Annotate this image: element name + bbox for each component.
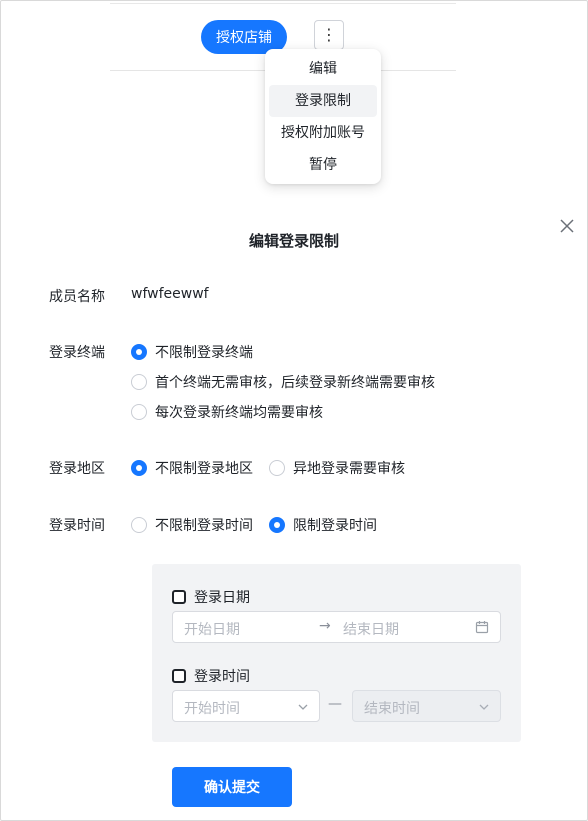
chevron-down-icon: [298, 704, 308, 710]
top-divider: [110, 0, 456, 4]
radio-checked-icon: [131, 344, 147, 360]
login-date-checkbox-label: 登录日期: [194, 590, 250, 606]
login-time-label: 登录时间: [49, 518, 105, 534]
time-start-select[interactable]: 开始时间: [172, 690, 320, 722]
terminal-option-label: 每次登录新终端均需要审核: [155, 405, 323, 421]
date-start-input[interactable]: 开始日期: [184, 619, 240, 639]
radio-unchecked-icon: [269, 460, 285, 476]
radio-unchecked-icon: [131, 404, 147, 420]
time-range-separator: —: [328, 696, 342, 712]
login-terminal-label: 登录终端: [49, 345, 105, 361]
actions-dropdown-menu: 编辑 登录限制 授权附加账号 暂停: [265, 49, 381, 184]
login-time-checkbox[interactable]: 登录时间: [172, 666, 250, 686]
terminal-option-label: 不限制登录终端: [155, 345, 253, 361]
menu-item-pause[interactable]: 暂停: [269, 149, 377, 181]
date-end-input[interactable]: 结束日期: [343, 619, 399, 639]
menu-item-login-restriction[interactable]: 登录限制: [269, 85, 377, 117]
terminal-option-first-free[interactable]: 首个终端无需审核，后续登录新终端需要审核: [131, 372, 435, 392]
modal-title: 编辑登录限制: [248, 232, 339, 250]
region-option-label: 异地登录需要审核: [293, 461, 405, 477]
time-end-placeholder: 结束时间: [364, 701, 420, 717]
arrow-right-icon: →: [319, 618, 331, 634]
radio-checked-icon: [269, 517, 285, 533]
checkbox-icon: [172, 669, 186, 683]
region-option-label: 不限制登录地区: [155, 461, 253, 477]
time-start-placeholder: 开始时间: [184, 701, 240, 717]
region-option-remote-review[interactable]: 异地登录需要审核: [269, 458, 405, 478]
time-option-restricted[interactable]: 限制登录时间: [269, 515, 377, 535]
date-range-picker[interactable]: 开始日期 → 结束日期: [172, 611, 501, 643]
menu-item-edit[interactable]: 编辑: [269, 53, 377, 85]
terminal-option-label: 首个终端无需审核，后续登录新终端需要审核: [155, 375, 435, 391]
confirm-submit-button[interactable]: 确认提交: [172, 767, 292, 807]
login-date-checkbox[interactable]: 登录日期: [172, 587, 250, 607]
login-region-label: 登录地区: [49, 461, 105, 477]
checkbox-icon: [172, 590, 186, 604]
time-option-unrestricted[interactable]: 不限制登录时间: [131, 515, 253, 535]
time-end-select[interactable]: 结束时间: [352, 690, 501, 722]
more-vertical-icon: ⋮: [321, 25, 337, 44]
member-name-label: 成员名称: [49, 289, 105, 305]
chevron-down-icon: [479, 704, 489, 710]
terminal-option-unrestricted[interactable]: 不限制登录终端: [131, 342, 253, 362]
calendar-icon: [475, 621, 489, 634]
terminal-option-always-review[interactable]: 每次登录新终端均需要审核: [131, 402, 323, 422]
more-options-button[interactable]: ⋮: [314, 20, 344, 50]
radio-unchecked-icon: [131, 374, 147, 390]
time-option-label: 不限制登录时间: [155, 518, 253, 534]
member-name-value: wfwfeewwf: [131, 286, 209, 302]
login-time-checkbox-label: 登录时间: [194, 669, 250, 685]
radio-checked-icon: [131, 460, 147, 476]
time-option-label: 限制登录时间: [293, 518, 377, 534]
region-option-unrestricted[interactable]: 不限制登录地区: [131, 458, 253, 478]
radio-unchecked-icon: [131, 517, 147, 533]
menu-item-authorize-extra-account[interactable]: 授权附加账号: [269, 117, 377, 149]
